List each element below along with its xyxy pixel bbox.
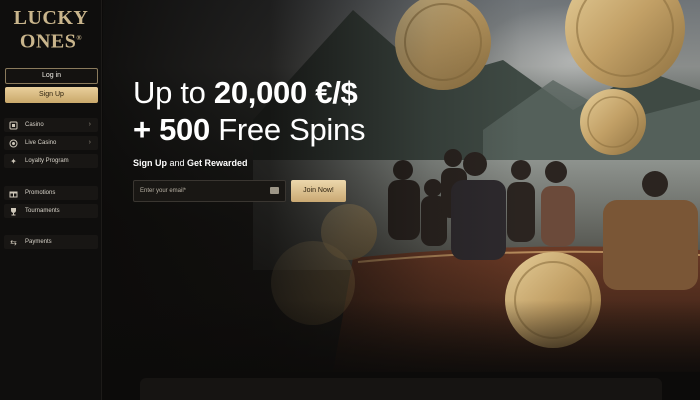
hero-subheading: Sign Up and Get Rewarded (133, 158, 248, 168)
brand-logo-line1: LUCKY (13, 7, 89, 29)
hero-headline: Up to 20,000 €/$ + 500 Free Spins (133, 74, 453, 148)
sidebar-item-label: Tournaments (25, 208, 60, 214)
hero-headline-line2: + 500 Free Spins (133, 112, 366, 147)
signup-button[interactable]: Sign Up (5, 87, 98, 103)
login-button[interactable]: Log in (5, 68, 98, 84)
sidebar-item-label: Promotions (25, 190, 56, 196)
sidebar-item-promotions[interactable]: Promotions (4, 186, 98, 200)
hero-bottom-fade (103, 300, 700, 372)
join-now-button[interactable]: Join Now! (291, 180, 346, 202)
sidebar-item-label: Live Casino (25, 140, 57, 146)
brand-logo[interactable]: LUCKY ONES® (0, 8, 102, 52)
sidebar-item-loyalty[interactable]: ✦ Loyalty Program (4, 154, 98, 168)
hero-banner: Up to 20,000 €/$ + 500 Free Spins Sign U… (103, 0, 700, 372)
star-icon: ✦ (10, 156, 17, 166)
sidebar-item-live-casino[interactable]: Live Casino › (4, 136, 98, 150)
live-icon (9, 139, 18, 148)
transfer-icon: ⇆ (10, 237, 17, 247)
mail-icon (270, 187, 279, 194)
sidebar-item-label: Loyalty Program (25, 158, 69, 164)
email-input[interactable]: Enter your email* (133, 180, 286, 202)
sidebar-nav-payments: ⇆ Payments (4, 235, 98, 253)
sidebar-item-payments[interactable]: ⇆ Payments (4, 235, 98, 249)
chevron-right-icon: › (88, 139, 91, 146)
content-card (140, 378, 662, 400)
gift-icon (9, 189, 18, 198)
sidebar-item-label: Payments (25, 239, 52, 245)
trophy-icon (9, 207, 18, 216)
hero-headline-line1: Up to 20,000 €/$ (133, 75, 358, 110)
sidebar: LUCKY ONES® Log in Sign Up Casino › Live… (0, 0, 102, 400)
slot-icon (9, 121, 18, 130)
sidebar-item-label: Casino (25, 122, 44, 128)
sidebar-item-tournaments[interactable]: Tournaments (4, 204, 98, 218)
sidebar-nav-promos: Promotions Tournaments (4, 186, 98, 222)
chevron-right-icon: › (88, 121, 91, 128)
brand-logo-line2: ONES® (19, 30, 83, 53)
sidebar-item-casino[interactable]: Casino › (4, 118, 98, 132)
sidebar-nav-games: Casino › Live Casino › ✦ Loyalty Program (4, 118, 98, 172)
email-placeholder: Enter your email* (140, 188, 187, 194)
